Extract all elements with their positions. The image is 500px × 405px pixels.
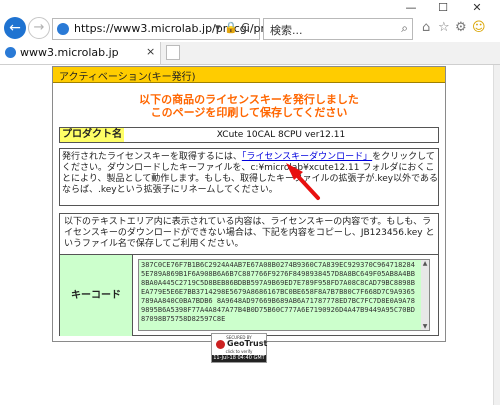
tab-close-icon[interactable]: ×: [146, 45, 155, 58]
instructions-before-link: 発行されたライセンスキーを取得するには、: [62, 152, 242, 162]
page-scrollbar[interactable]: [493, 65, 500, 405]
notice-heading-line1: 以下の商品のライセンスキーを発行しました: [139, 93, 359, 106]
close-window-button[interactable]: ✕: [462, 2, 492, 14]
seal-click-text: click to verify: [225, 349, 253, 354]
geotrust-logo-icon: [216, 340, 225, 349]
panel-header: アクティベーション(キー発行): [53, 67, 445, 83]
geotrust-seal[interactable]: SECURED BY GeoTrust click to verify 11-J…: [211, 333, 267, 363]
license-key-download-link[interactable]: 「ライセンスキーダウンロード」: [242, 152, 372, 162]
activation-panel: アクティベーション(キー発行) 以下の商品のライセンスキーを発行しました このペ…: [52, 66, 446, 342]
forward-arrow-icon: →: [33, 20, 45, 35]
settings-gear-icon[interactable]: ⚙: [455, 20, 467, 35]
new-tab-button[interactable]: [166, 45, 180, 60]
notice-text: 以下のテキストエリア内に表示されている内容は、ライセンスキーの内容です。もしも、…: [64, 217, 435, 249]
seal-brand: GeoTrust: [227, 339, 268, 348]
key-code-scrollbar[interactable]: ▲ ▼: [421, 260, 429, 330]
tab-title: www3.microlab.jp: [20, 46, 119, 59]
product-label: プロダクト名: [60, 128, 125, 142]
minimize-button[interactable]: —: [396, 2, 426, 14]
seal-date: 11-Jul-18 04:40 GMT: [212, 355, 266, 362]
home-icon[interactable]: ⌂: [422, 20, 430, 35]
forward-button[interactable]: →: [28, 17, 50, 39]
scroll-down-icon[interactable]: ▼: [421, 323, 429, 330]
instructions-box: 発行されたライセンスキーを取得するには、「ライセンスキーダウンロード」をクリック…: [59, 148, 439, 206]
site-favicon-icon: [57, 23, 69, 35]
tab-www3-microlab[interactable]: www3.microlab.jp ×: [0, 42, 161, 64]
browser-toolbar: — ☐ ✕ ← → https://www3.microlab.jp/procg…: [0, 0, 500, 42]
favorites-star-icon[interactable]: ☆: [438, 20, 450, 35]
key-code-label: キーコード: [60, 255, 133, 336]
scroll-up-icon[interactable]: ▲: [421, 260, 429, 267]
tab-strip: www3.microlab.jp ×: [0, 42, 500, 65]
instructions-text: 発行されたライセンスキーを取得するには、「ライセンスキーダウンロード」をクリック…: [62, 152, 438, 196]
lock-refresh-icons[interactable]: ▾ 🔒 C: [215, 21, 249, 34]
product-row: プロダクト名 XCute 10CAL 8CPU ver12.11: [59, 127, 439, 143]
maximize-button[interactable]: ☐: [428, 2, 458, 14]
feedback-smiley-icon[interactable]: ☺: [472, 20, 486, 35]
key-code-textarea[interactable]: 387C0CE76F7B1B6C2924A4AB7E67A08B0274B936…: [138, 259, 430, 331]
search-placeholder: 検索...: [270, 24, 303, 37]
notice-heading-line2: このページを印刷して保存してください: [150, 106, 348, 119]
key-code-row: キーコード 387C0CE76F7B1B6C2924A4AB7E67A08B02…: [60, 254, 438, 336]
panel-title: アクティベーション(キー発行): [59, 72, 196, 83]
product-value: XCute 10CAL 8CPU ver12.11: [124, 128, 438, 142]
search-icon[interactable]: ⌕: [401, 21, 408, 36]
key-code-text[interactable]: 387C0CE76F7B1B6C2924A4AB7E67A08B0274B936…: [141, 261, 419, 324]
back-arrow-icon: ←: [9, 20, 21, 36]
search-input[interactable]: 検索... ⌕: [263, 18, 413, 40]
key-code-box: 以下のテキストエリア内に表示されている内容は、ライセンスキーの内容です。もしも、…: [59, 213, 439, 336]
tab-favicon-icon: [5, 47, 16, 58]
back-button[interactable]: ←: [4, 17, 26, 39]
